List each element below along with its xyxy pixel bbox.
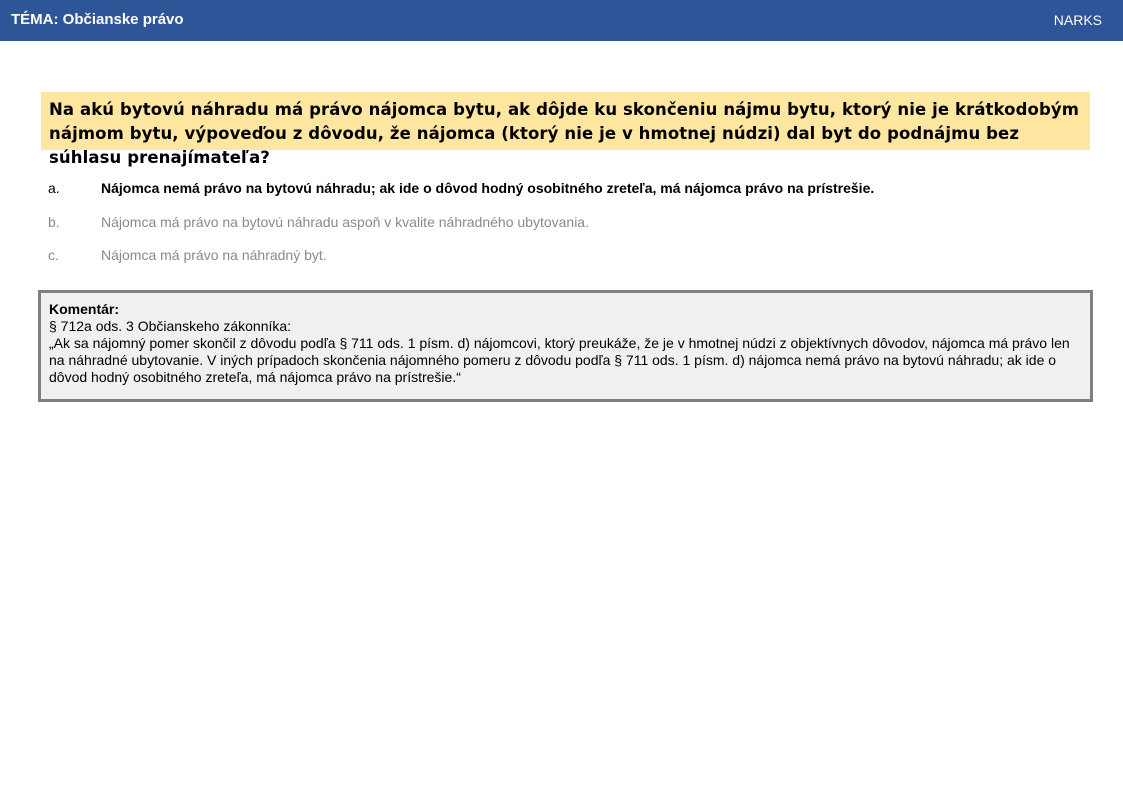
answer-letter: b. — [48, 213, 60, 230]
comment-box: Komentár: § 712a ods. 3 Občianskeho záko… — [38, 290, 1093, 402]
answer-option-a[interactable]: a. Nájomca nemá právo na bytovú náhradu;… — [48, 178, 1088, 212]
comment-quote: „Ak sa nájomný pomer skončil z dôvodu po… — [49, 335, 1070, 385]
answer-letter: a. — [48, 180, 60, 196]
brand-label: NARKS — [1053, 12, 1102, 28]
question-text: Na akú bytovú náhradu má právo nájomca b… — [49, 100, 1080, 167]
answer-letter: c. — [48, 247, 59, 263]
question-box: Na akú bytovú náhradu má právo nájomca b… — [41, 92, 1090, 167]
answer-text: Nájomca nemá právo na bytovú náhradu; ak… — [101, 180, 875, 196]
header-bar: TÉMA: Občianske právo NARKS — [0, 0, 1123, 41]
answer-option-b[interactable]: b. Nájomca má právo na bytovú náhradu as… — [48, 212, 1088, 246]
answer-text: Nájomca má právo na bytovú náhradu aspoň… — [101, 213, 589, 230]
comment-title: Komentár: — [49, 301, 120, 317]
topic-title: TÉMA: Občianske právo — [11, 11, 184, 28]
answer-list: a. Nájomca nemá právo na bytovú náhradu;… — [48, 178, 1088, 279]
answer-option-c[interactable]: c. Nájomca má právo na náhradný byt. — [48, 245, 1088, 279]
answer-text: Nájomca má právo na náhradný byt. — [101, 247, 327, 263]
comment-source: § 712a ods. 3 Občianskeho zákonníka: — [49, 318, 292, 334]
